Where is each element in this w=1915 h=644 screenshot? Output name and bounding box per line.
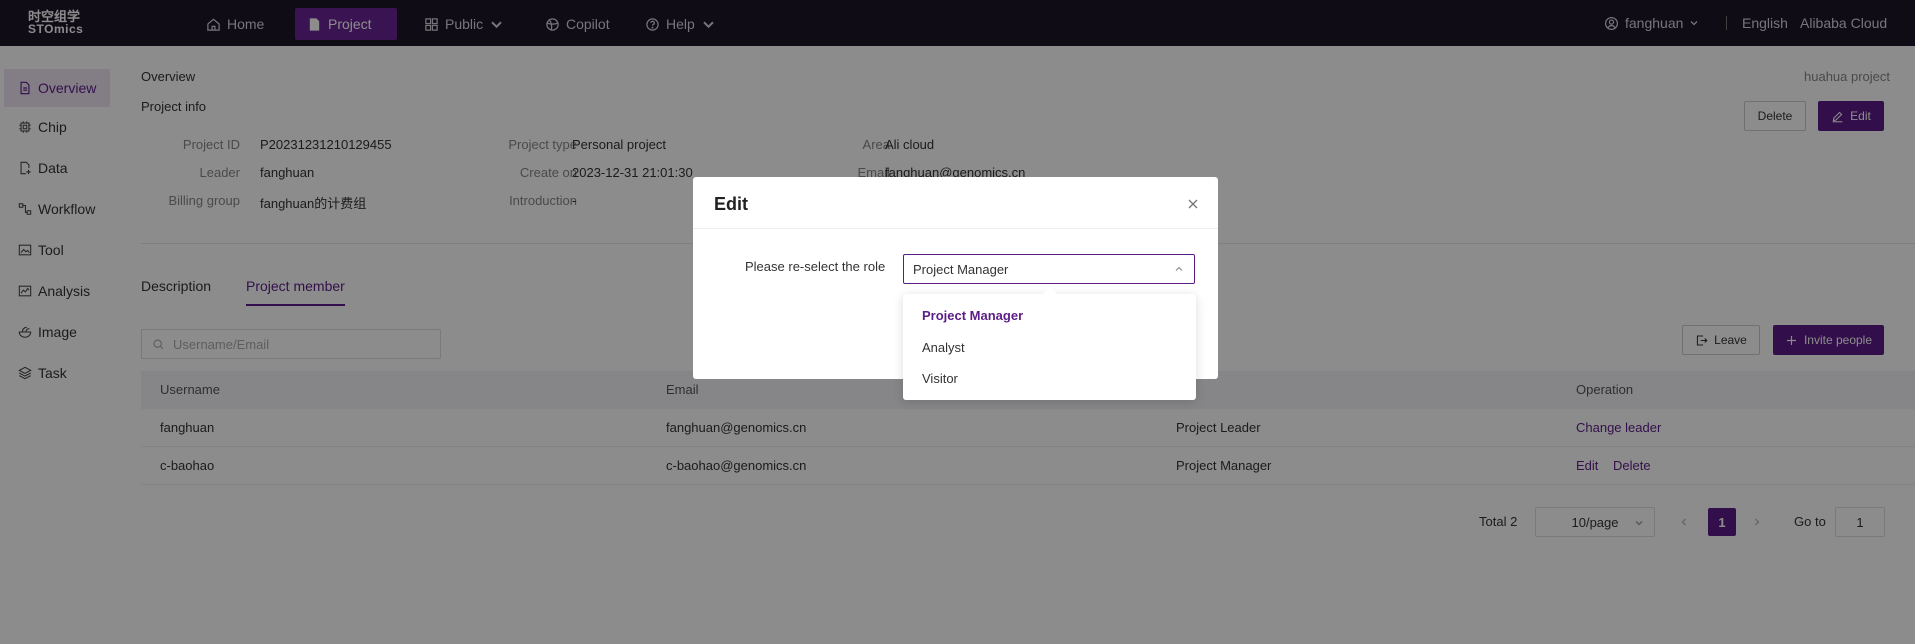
role-dropdown: Project Manager Analyst Visitor [903,286,1196,400]
dialog-title: Edit [714,194,748,214]
dialog-divider [693,228,1218,229]
role-select[interactable]: Project Manager [903,254,1195,284]
role-select-value: Project Manager [913,261,1009,277]
chevron-up-icon [1175,266,1183,271]
role-option-analyst[interactable]: Analyst [922,340,965,355]
role-option-visitor[interactable]: Visitor [922,371,958,386]
close-icon[interactable] [1185,196,1201,212]
role-option-project-manager[interactable]: Project Manager [922,308,1023,323]
role-label: Please re-select the role [745,259,886,274]
